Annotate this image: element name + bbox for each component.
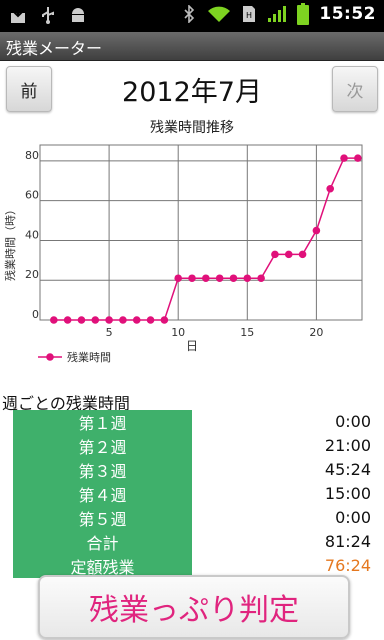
week-value: 45:24 [324,460,371,479]
legend-marker [46,353,54,361]
weekly-row: 第１週 0:00 [0,410,384,434]
data-point [132,316,141,324]
data-point [229,274,238,283]
android-debug-icon [70,6,86,24]
data-point [298,250,307,259]
data-point [215,274,224,283]
data-point [146,316,155,324]
total-row: 合計 81:24 [0,530,384,554]
week-value: 21:00 [324,436,371,455]
usb-icon [40,6,56,24]
chart-svg: 残業時間推移 0 20 40 60 80 5 10 15 20 日 残業時間（時） 残業時間 [3,120,363,364]
x-tick-label: 20 [309,326,323,339]
weekly-row: 第２週 21:00 [0,434,384,458]
week-label: 第５週 [13,506,192,530]
x-tick-label: 5 [106,326,113,339]
chart-title: 残業時間推移 [150,120,234,136]
status-bar: H 15:52 [0,0,384,32]
y-tick-label: 40 [25,228,39,241]
data-point [354,154,362,162]
data-point [312,226,321,235]
data-point [63,316,72,324]
y-axis-label: 残業時間（時） [3,204,17,281]
data-point [340,154,348,162]
data-point [188,274,196,283]
data-point [105,316,113,324]
y-tick-label: 0 [32,308,39,321]
x-tick-label: 10 [171,326,185,339]
data-point [271,250,279,259]
judge-button[interactable]: 残業っぷり判定 [38,575,350,639]
fixed-overtime-value: 76:24 [324,556,371,575]
month-title: 2012年7月 [122,77,262,108]
data-point [91,316,100,324]
data-point [50,316,58,324]
data-point [77,316,86,324]
week-label: 第１週 [13,410,192,434]
y-tick-label: 20 [25,268,39,281]
week-label: 第４週 [13,482,192,506]
data-point [257,274,265,283]
weekly-row: 第５週 0:00 [0,506,384,530]
signal-icon [267,5,287,23]
data-point [119,316,127,324]
data-point [243,274,252,283]
week-value: 15:00 [324,484,371,503]
week-label: 第３週 [13,458,192,482]
overtime-chart: 残業時間推移 0 20 40 60 80 5 10 15 20 日 残業時間（時） 残業時間 [0,112,384,380]
week-label: 第２週 [13,434,192,458]
download-icon [10,6,26,24]
data-point [202,274,210,283]
status-time: 15:52 [319,4,376,24]
y-tick-label: 80 [25,149,39,162]
week-value: 0:00 [335,508,371,527]
x-tick-label: 15 [240,326,254,339]
x-axis-label: 日 [186,339,198,353]
next-month-button[interactable]: 次 [332,66,378,112]
total-value: 81:24 [324,532,371,551]
data-point [326,184,335,193]
y-tick-label: 60 [25,189,39,202]
total-label: 合計 [13,530,192,554]
series-line [53,157,358,321]
data-point [160,316,169,324]
legend-label: 残業時間 [67,350,111,364]
sim-icon: H [241,5,257,23]
svg-text:H: H [246,11,252,20]
wifi-icon [207,5,231,23]
weekly-row: 第３週 45:24 [0,458,384,482]
weekly-row: 第４週 15:00 [0,482,384,506]
bluetooth-icon [181,5,197,23]
data-point [284,250,293,259]
battery-icon [297,3,310,25]
week-value: 0:00 [335,412,371,431]
app-title: 残業メーター [6,39,103,58]
app-title-bar: 残業メーター [0,32,384,61]
data-point [174,274,182,283]
